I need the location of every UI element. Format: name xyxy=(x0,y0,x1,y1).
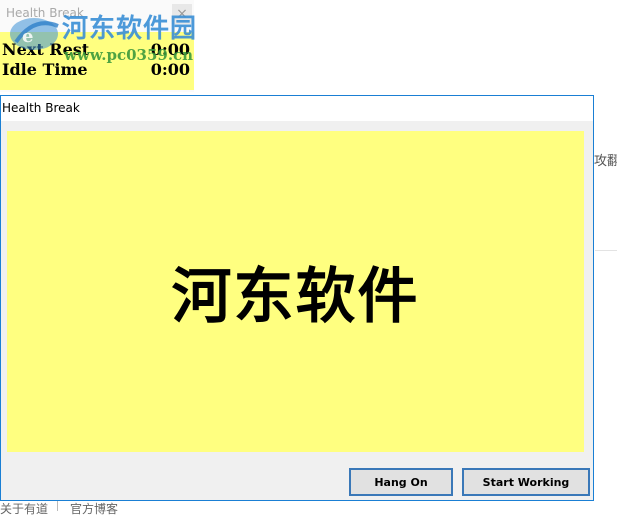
watermark-logo-icon: e xyxy=(10,18,59,50)
break-message-panel: 河东软件 xyxy=(7,131,584,452)
watermark-title: 河东软件园 xyxy=(62,14,198,44)
health-break-dialog: Health Break 河东软件 Hang On Start Working xyxy=(0,95,594,501)
break-message-text: 河东软件 xyxy=(171,262,420,332)
hang-on-button[interactable]: Hang On xyxy=(349,468,453,496)
background-side-text: 攻翻 xyxy=(594,154,617,169)
start-working-button[interactable]: Start Working xyxy=(462,468,590,496)
dialog-titlebar[interactable]: Health Break xyxy=(1,96,593,121)
dialog-title: Health Break xyxy=(2,101,80,115)
svg-text:e: e xyxy=(22,26,33,47)
background-divider xyxy=(595,250,617,251)
watermark-url: www.pc0359.cn xyxy=(64,46,194,64)
background-link-separator xyxy=(57,501,58,511)
